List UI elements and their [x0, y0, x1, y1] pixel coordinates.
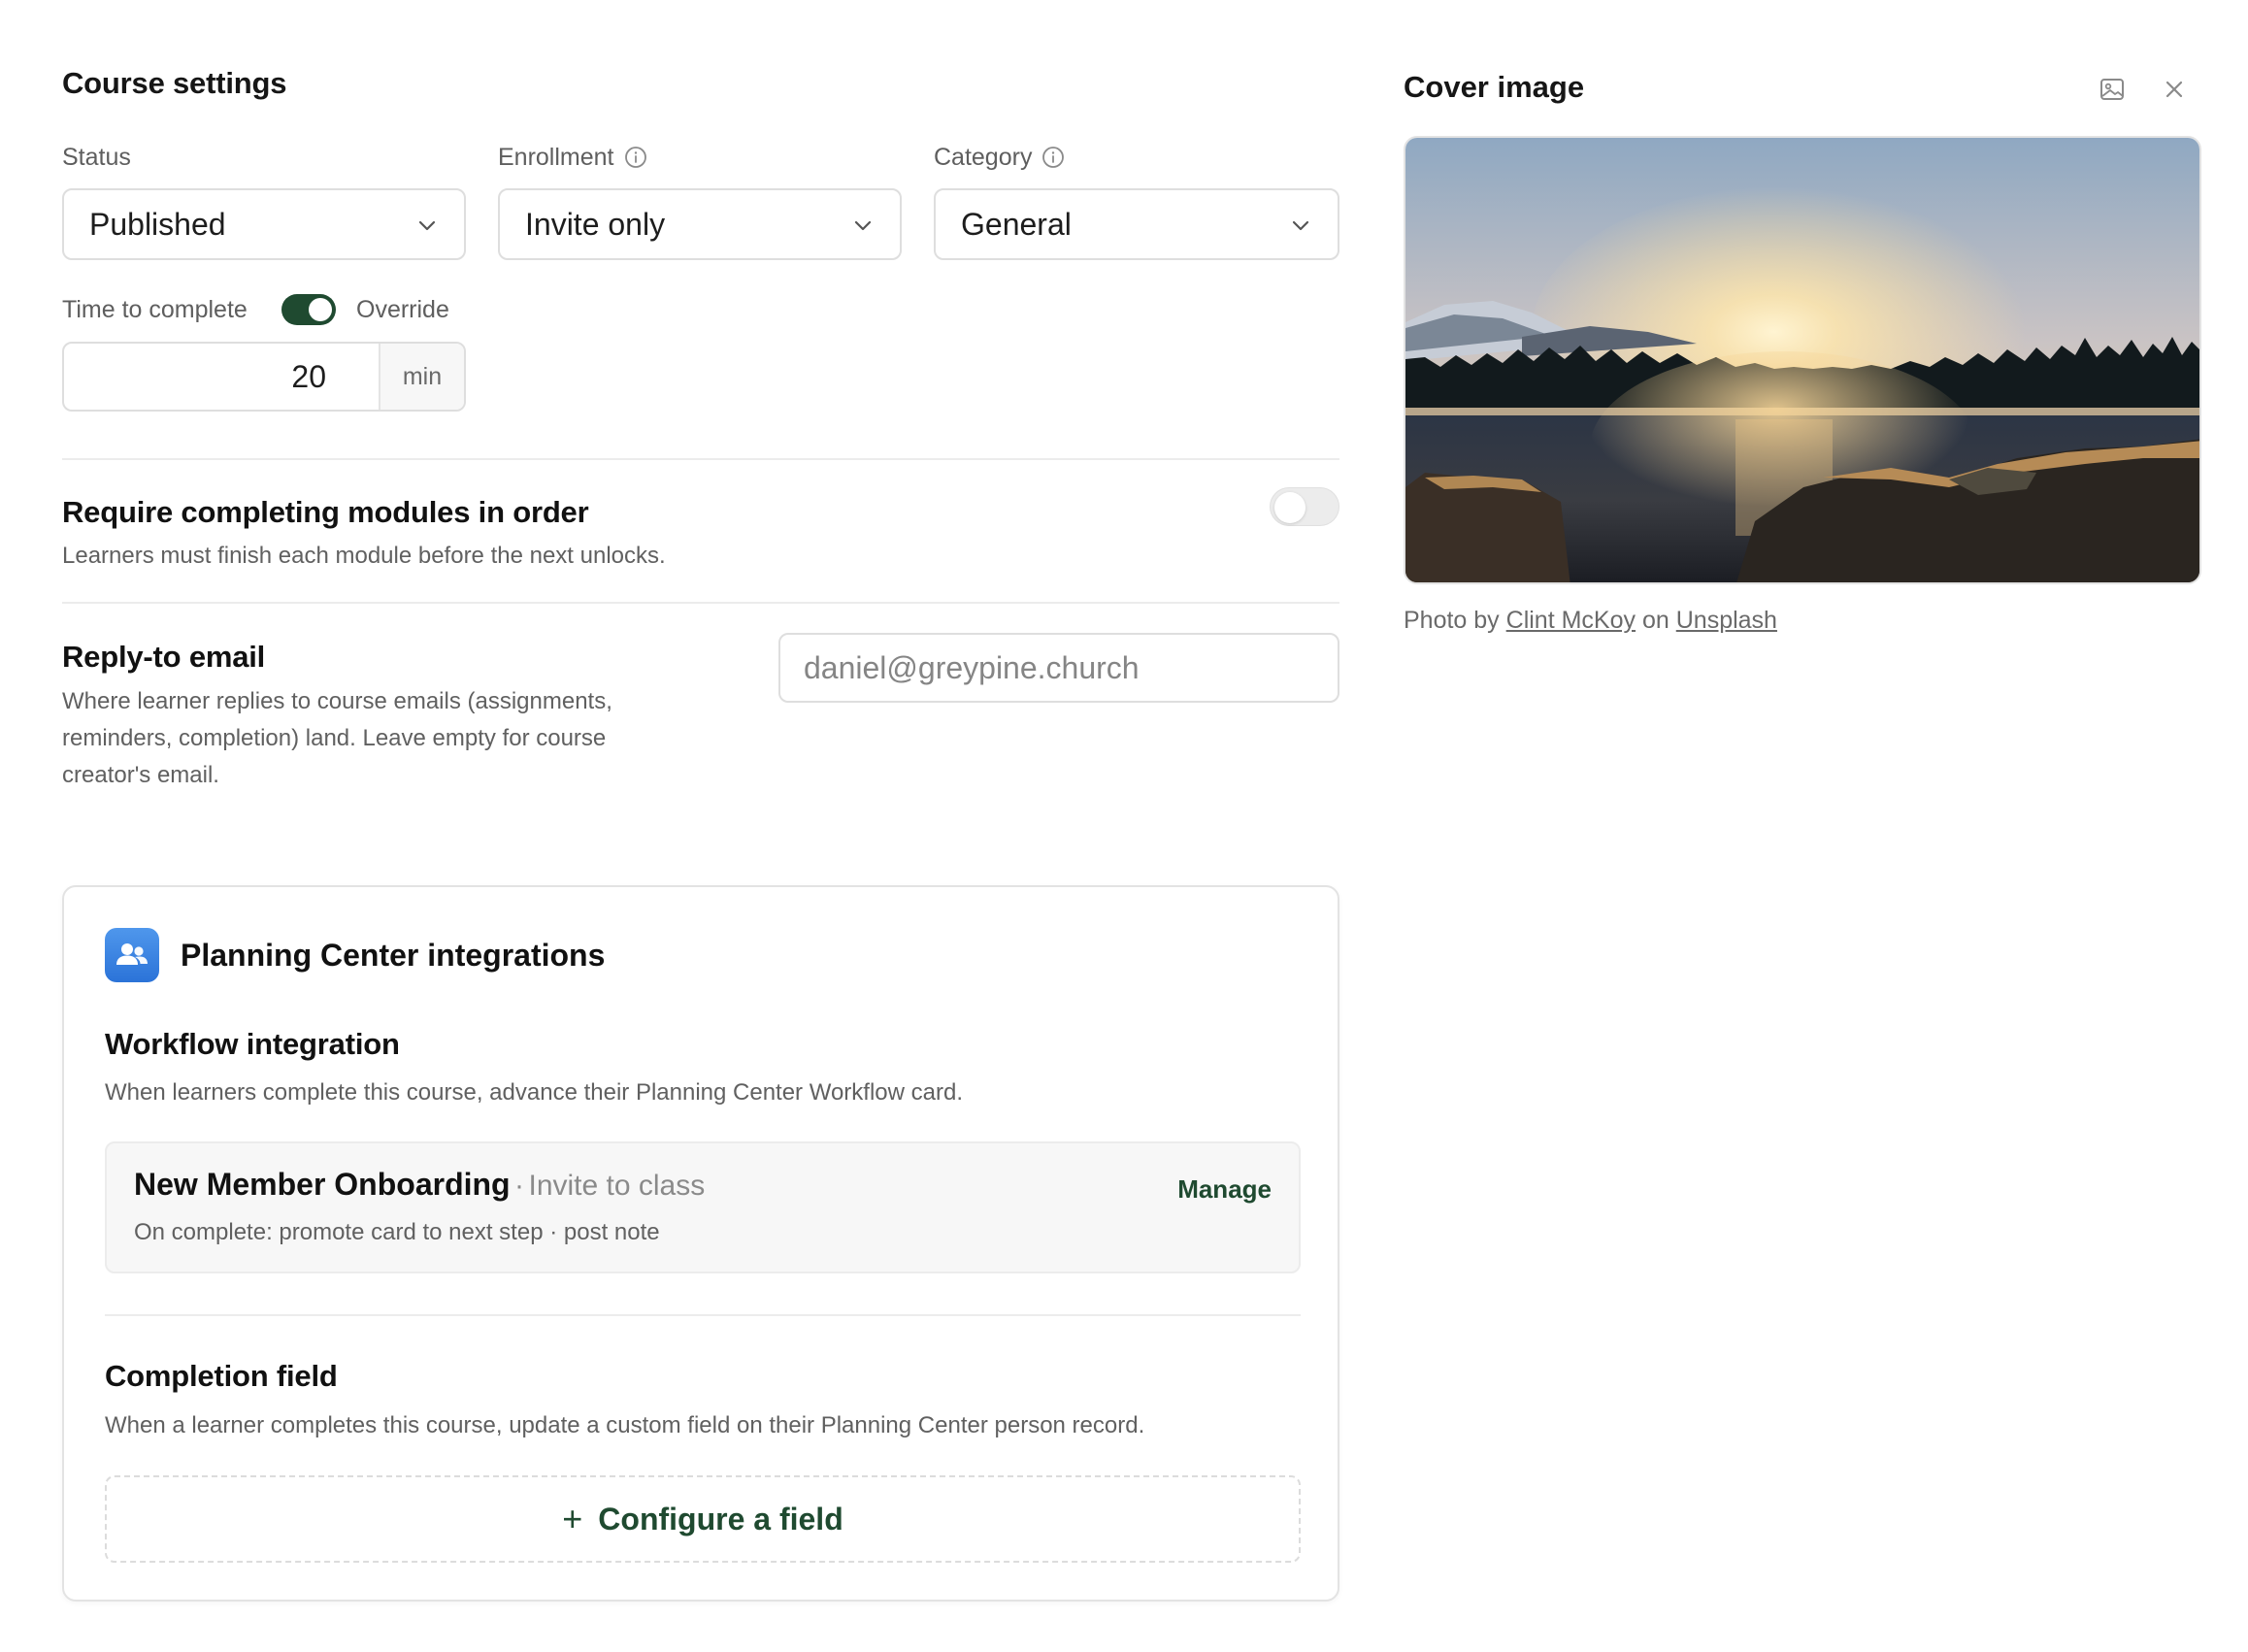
planning-center-card: Planning Center integrations Workflow in…	[62, 885, 1339, 1602]
toggle-knob	[309, 298, 332, 321]
plus-icon: +	[562, 1499, 583, 1538]
workflow-separator: ·	[514, 1170, 525, 1202]
course-settings-title: Course settings	[62, 66, 287, 100]
reply-to-description-line: Where learner replies to course emails (…	[62, 688, 612, 714]
reply-to-title: Reply-to email	[62, 640, 266, 674]
people-icon	[105, 928, 159, 982]
category-value: General	[961, 206, 1072, 242]
enrollment-select[interactable]: Invite only	[498, 188, 902, 260]
reply-to-description-line: creator's email.	[62, 762, 219, 788]
category-label-text: Category	[934, 144, 1033, 171]
cover-image-title: Cover image	[1404, 70, 1585, 104]
require-order-title: Require completing modules in order	[62, 495, 589, 529]
workflow-description: When learners complete this course, adva…	[105, 1079, 963, 1106]
cover-image[interactable]	[1404, 136, 2201, 584]
status-select[interactable]: Published	[62, 188, 466, 260]
time-unit: min	[379, 344, 464, 410]
override-label: Override	[356, 296, 449, 323]
reply-to-description: Where learner replies to course emails (…	[62, 683, 683, 794]
override-toggle[interactable]	[281, 294, 336, 325]
manage-button[interactable]: Manage	[1177, 1174, 1272, 1205]
divider	[62, 458, 1339, 460]
cover-credit: Photo by Clint McKoy on Unsplash	[1404, 607, 1777, 635]
category-label: Category	[934, 144, 1065, 172]
credit-source-link[interactable]: Unsplash	[1676, 607, 1777, 634]
time-value[interactable]: 20	[64, 344, 379, 410]
configure-field-button[interactable]: + Configure a field	[105, 1475, 1301, 1563]
workflow-name: New Member Onboarding	[134, 1167, 511, 1202]
enrollment-label-text: Enrollment	[498, 144, 614, 171]
completion-title: Completion field	[105, 1359, 338, 1393]
chevron-down-icon	[1292, 220, 1309, 231]
workflow-action: Invite to class	[528, 1170, 706, 1202]
credit-mid: on	[1641, 607, 1669, 634]
require-order-toggle[interactable]	[1270, 487, 1339, 526]
status-value: Published	[89, 206, 226, 242]
configure-field-label: Configure a field	[598, 1501, 843, 1536]
people-icon-glyph	[116, 943, 148, 965]
enrollment-value: Invite only	[525, 206, 666, 242]
info-icon[interactable]	[1041, 146, 1065, 169]
image-icon[interactable]	[2097, 74, 2128, 105]
integrations-title: Planning Center integrations	[181, 938, 606, 973]
chevron-down-icon	[418, 220, 436, 231]
reply-to-placeholder: daniel@greypine.church	[804, 649, 1140, 685]
workflow-item-heading: New Member Onboarding · Invite to class	[134, 1167, 705, 1203]
divider	[105, 1314, 1301, 1316]
chevron-down-icon	[854, 220, 872, 231]
workflow-item: New Member Onboarding · Invite to class …	[105, 1141, 1301, 1273]
workflow-title: Workflow integration	[105, 1027, 400, 1061]
toggle-knob	[1274, 492, 1306, 523]
category-select[interactable]: General	[934, 188, 1339, 260]
require-order-description: Learners must finish each module before …	[62, 543, 666, 569]
completion-description: When a learner completes this course, up…	[105, 1412, 1145, 1438]
credit-prefix: Photo by	[1404, 607, 1500, 634]
reply-to-email-input[interactable]: daniel@greypine.church	[778, 633, 1339, 703]
credit-author-link[interactable]: Clint McKoy	[1506, 607, 1636, 634]
time-to-complete-label: Time to complete	[62, 296, 248, 323]
status-label: Status	[62, 144, 131, 171]
time-to-complete-input[interactable]: 20 min	[62, 342, 466, 412]
info-icon[interactable]	[624, 146, 647, 169]
enrollment-label: Enrollment	[498, 144, 647, 172]
divider	[62, 602, 1339, 604]
close-icon[interactable]	[2161, 76, 2188, 103]
reply-to-description-line: reminders, completion) land. Leave empty…	[62, 725, 607, 751]
cover-image-picture	[1405, 138, 2199, 582]
workflow-detail: On complete: promote card to next step ·…	[134, 1219, 660, 1245]
